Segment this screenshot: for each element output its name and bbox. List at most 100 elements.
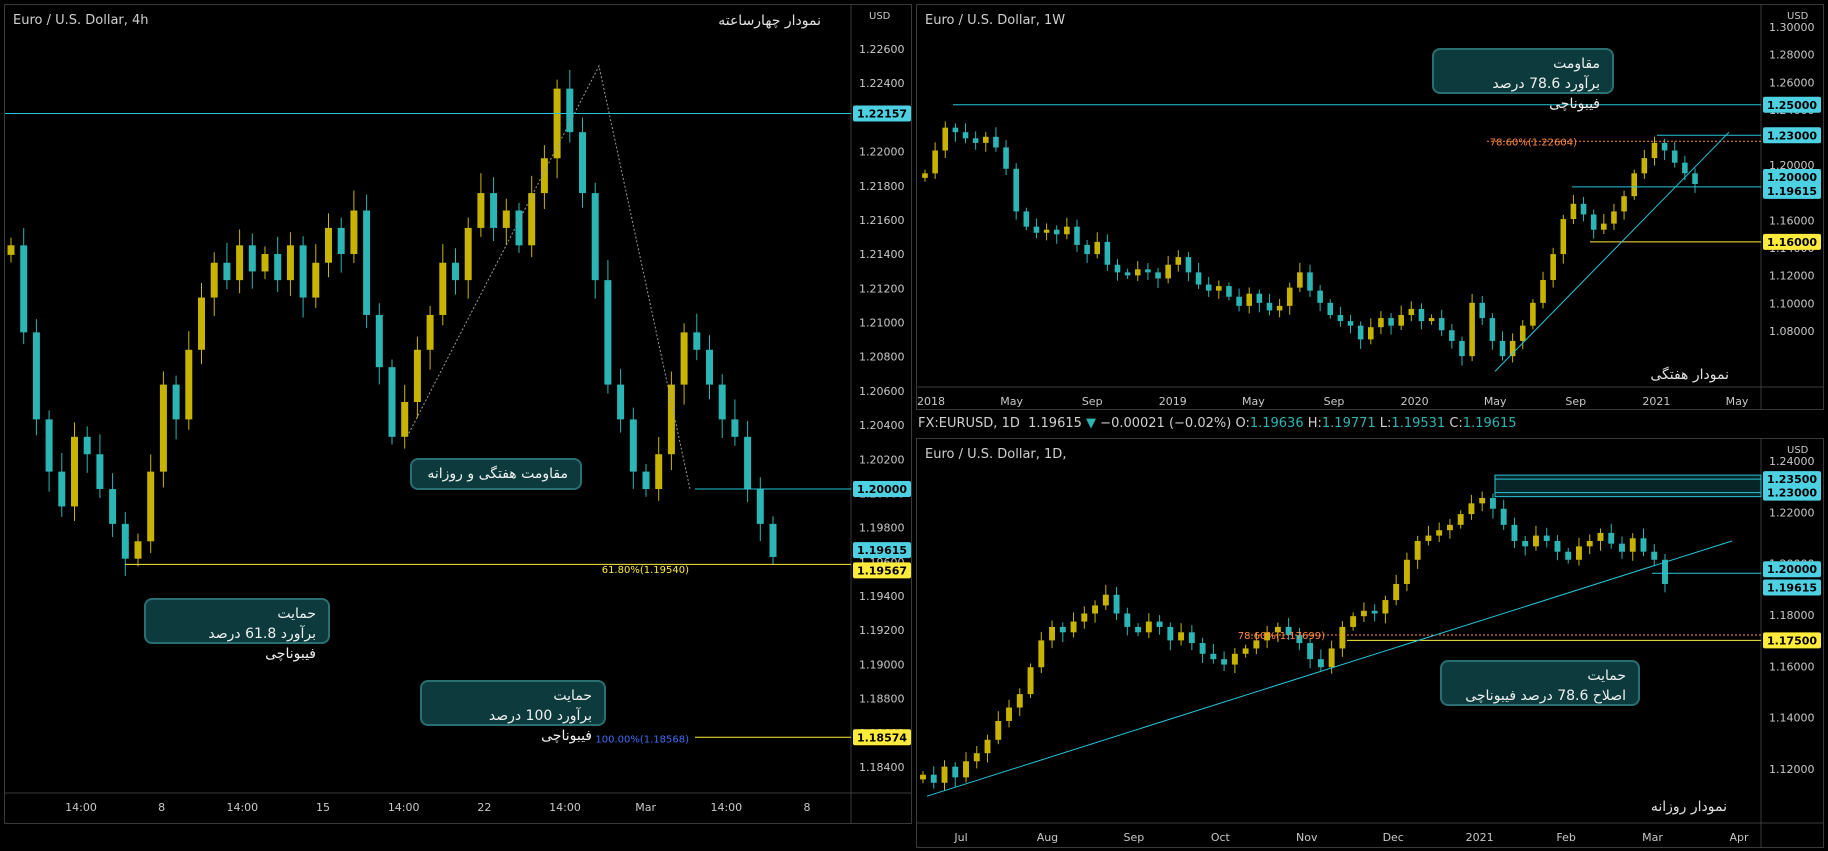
candle-body (7, 245, 15, 255)
candle-body (1418, 308, 1425, 322)
candle-body (1016, 694, 1023, 708)
price-tag-label: 1.18574 (857, 731, 907, 744)
price-tick-label: 1.22400 (859, 77, 905, 90)
candle-body (1178, 632, 1185, 641)
candle-body (1436, 530, 1443, 536)
close-label: C: (1449, 416, 1463, 431)
candle-body (655, 454, 663, 490)
candle-body (1469, 302, 1475, 357)
time-tick-label: 2018 (917, 395, 945, 408)
symbol-infobar: FX:EURUSD, 1D 1.19615 ▼ −0.00021 (−0.02%… (918, 416, 1517, 431)
last-price: 1.19615 (1028, 416, 1082, 431)
candle-body (1297, 272, 1303, 288)
candle-body (1565, 551, 1572, 560)
price-tick-label: 1.21400 (859, 248, 905, 261)
candle-body (1286, 287, 1293, 306)
candle-body (1317, 290, 1323, 303)
time-tick-label: 8 (158, 801, 165, 814)
candle-body (1671, 150, 1678, 163)
chart-weekly[interactable]: USD1.300001.280001.260001.240001.220001.… (917, 5, 1823, 409)
candle-body (1043, 229, 1050, 233)
price-tick-label: 1.30000 (1769, 21, 1815, 34)
candle-body (952, 127, 959, 133)
trendline-weekly (1494, 131, 1730, 372)
time-tick-label: Dec (1383, 831, 1404, 844)
currency-label: USD (869, 11, 891, 22)
candle-body (1360, 610, 1367, 617)
price-tick-label: 1.12000 (1769, 270, 1815, 283)
candle-body (261, 254, 269, 272)
candle-body (952, 766, 959, 778)
candle-body (1165, 264, 1171, 279)
candle-body (629, 419, 637, 472)
candle-body (1388, 318, 1394, 326)
price-tick-label: 1.22000 (859, 146, 905, 159)
candle-body (566, 88, 574, 133)
candle-body (930, 774, 937, 783)
candle-body (1081, 613, 1088, 622)
price-tick-label: 1.22600 (859, 43, 905, 56)
fib-100-label: 100.00%(1.18568) (595, 734, 689, 745)
candle-body (1560, 219, 1567, 255)
low-label: L: (1379, 416, 1392, 431)
candle-body (210, 262, 218, 298)
candle-body (972, 138, 979, 143)
time-tick-label: 15 (316, 801, 330, 814)
candle-body (71, 436, 78, 507)
candle-body (1064, 226, 1070, 235)
price-tag-label: 1.20000 (1767, 563, 1817, 576)
candle-body (1597, 532, 1604, 541)
candle-body (1049, 626, 1056, 641)
candle-body (96, 454, 104, 490)
candle-body (1511, 524, 1518, 541)
price-tick-label: 1.08000 (1769, 325, 1815, 338)
time-tick-label: Oct (1211, 831, 1231, 844)
candle-body (1479, 497, 1486, 504)
candle-body (1382, 600, 1389, 614)
candle-body (1368, 327, 1374, 340)
candle-body (1403, 559, 1410, 584)
candle-body (1339, 626, 1346, 649)
candle-body (439, 262, 447, 315)
candle-body (604, 280, 612, 385)
candle-body (579, 132, 586, 194)
candle-body (1084, 244, 1090, 255)
candle-body (1221, 659, 1228, 665)
candle-body (1266, 302, 1273, 311)
candle-body (1027, 667, 1034, 695)
candle-body (1307, 643, 1314, 660)
candle-body (1371, 610, 1378, 614)
candle-body (993, 136, 999, 148)
callout-line: برآورد 61.8 درصد فیبوناچی (208, 626, 316, 662)
price-tick-label: 1.28000 (1769, 49, 1815, 62)
price-tick-label: 1.10000 (1769, 297, 1815, 310)
candle-body (941, 766, 948, 783)
price-tag-label: 1.17500 (1767, 634, 1817, 647)
candle-body (983, 136, 989, 143)
symbol-name: FX:EURUSD, 1D (918, 416, 1020, 431)
candle-body (1059, 626, 1066, 633)
candle-body (1438, 318, 1445, 331)
candle-body (32, 332, 40, 420)
price-tag-label: 1.20000 (1767, 171, 1817, 184)
candle-body (134, 541, 142, 559)
candle-body (1013, 168, 1019, 212)
candle-body (1135, 626, 1142, 633)
price-tick-label: 1.21000 (859, 317, 905, 330)
candle-body (1023, 211, 1030, 227)
candle-body (20, 245, 28, 333)
candle-body (248, 245, 256, 272)
candle-body (83, 436, 91, 455)
time-tick-label: 14:00 (226, 801, 258, 814)
candle-body (1499, 340, 1506, 357)
chart-daily[interactable]: USD1.240001.220001.200001.180001.160001.… (917, 439, 1823, 847)
callout-line: حمایت (553, 688, 592, 704)
callout-line: حمایت (277, 606, 316, 622)
candle-body (642, 471, 650, 490)
price-tick-label: 1.20600 (859, 385, 905, 398)
candle-body (1408, 308, 1415, 316)
candle-body (1328, 648, 1335, 668)
callout-line: برآورد 100 درصد فیبوناچی (488, 708, 592, 744)
candle-body (1124, 613, 1131, 627)
candle-body (45, 419, 53, 472)
